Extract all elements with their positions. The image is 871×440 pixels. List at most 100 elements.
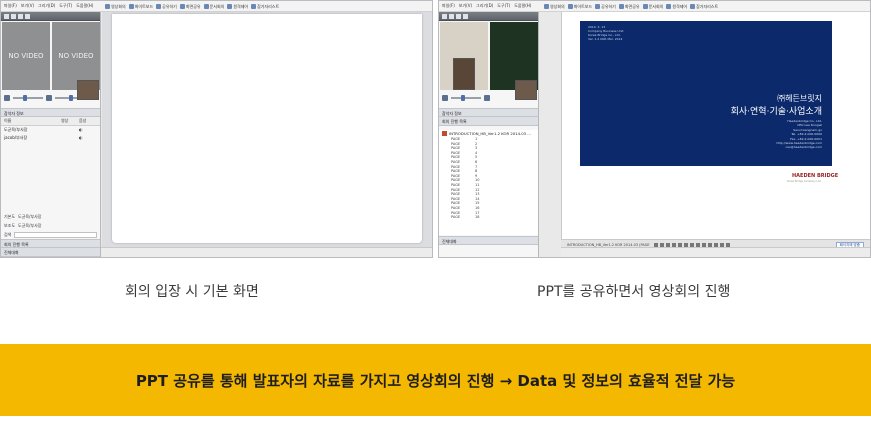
- section-header: 회의 진행 목록: [1, 239, 100, 248]
- status-bar: [561, 247, 870, 257]
- layout-icon[interactable]: [456, 13, 461, 19]
- whiteboard-icon: [128, 4, 134, 9]
- whiteboard-button[interactable]: 화이트보드: [567, 2, 592, 11]
- people-icon: [690, 4, 696, 9]
- video-conference-button[interactable]: 영상회의: [105, 2, 126, 11]
- prev-page-icon[interactable]: [719, 242, 724, 247]
- page-list-item[interactable]: PAGE 18: [439, 215, 538, 220]
- slider-handle[interactable]: [69, 95, 73, 101]
- menu-draw[interactable]: 그리기(D): [38, 3, 55, 9]
- menu-view[interactable]: 보기(V): [21, 3, 34, 9]
- volume-slider[interactable]: [13, 95, 43, 101]
- color-icon[interactable]: [713, 242, 718, 247]
- panel-header: [439, 12, 538, 21]
- remote-control-button[interactable]: 원격제어: [227, 2, 248, 11]
- annotation-tools: [653, 242, 730, 247]
- document-conference-button[interactable]: 문서회의: [642, 2, 663, 11]
- banner-text: PPT 공유를 통해 발표자의 자료를 가지고 영상회의 진행 → Data 및…: [135, 371, 736, 390]
- ppt-file-icon: [442, 131, 447, 136]
- table-row[interactable]: jacob/부사장 ◐: [1, 134, 100, 142]
- whiteboard-button[interactable]: 화이트보드: [128, 2, 153, 11]
- page-rows: PAGE 1 PAGE 2 PAGE 3 PAGE 4 PAGE 5 PAGE 6 PAGE 7 PAGE 8…: [439, 137, 538, 220]
- video-icon: [544, 4, 549, 9]
- slide-title: 회사·연혁·기술·사업소개: [730, 107, 822, 117]
- file-item[interactable]: INTRODUCTION_HB_Ver1.2 KOR 2014.03 ...: [439, 130, 538, 137]
- document-conference-button[interactable]: 문서회의: [203, 2, 224, 11]
- document-icon: [203, 4, 209, 9]
- undo-icon[interactable]: [701, 242, 706, 247]
- slider-handle[interactable]: [461, 95, 465, 101]
- section-header: 진체대화: [1, 248, 100, 257]
- participant-list-button[interactable]: 참가자리스트: [690, 2, 718, 11]
- menu-draw[interactable]: 그리기(D): [476, 3, 493, 9]
- panel-header: [1, 12, 100, 21]
- line-icon[interactable]: [665, 242, 670, 247]
- self-video-thumbnail: [77, 80, 99, 100]
- video-conference-button[interactable]: 영상회의: [544, 2, 565, 11]
- whiteboard-canvas[interactable]: [112, 14, 422, 243]
- menu-file[interactable]: 파일(F): [4, 3, 17, 9]
- layout-icon[interactable]: [4, 13, 9, 19]
- person-video: [453, 58, 475, 90]
- summary-banner: PPT 공유를 통해 발표자의 자료를 가지고 영상회의 진행 → Data 및…: [0, 344, 871, 416]
- speaker-icon[interactable]: [4, 95, 10, 101]
- left-side-panel: NO VIDEO NO VIDEO 참석자 정보 이름 영상 음성 도균육/부사…: [1, 12, 101, 257]
- slide-contact-info: Haedenbridge Co., Ltd. CEO Lee Dongwl Se…: [776, 119, 822, 150]
- share-button[interactable]: 공유하기: [156, 2, 177, 11]
- share-button[interactable]: 공유하기: [595, 2, 616, 11]
- menu-tools[interactable]: 도구(T): [59, 3, 72, 9]
- speaker-icon[interactable]: [442, 95, 448, 101]
- redo-icon[interactable]: [707, 242, 712, 247]
- presenter-field: 기본도 도균육/부사장: [4, 213, 42, 219]
- participant-panel: 참석자 정보 이름 영상 음성 도균육/부사장 ◐ jacob/부사장 ◐: [1, 108, 100, 142]
- right-panel-sections: 참석자 정보 회의 진행 목록: [439, 108, 538, 126]
- layout-icon[interactable]: [25, 13, 30, 19]
- menu-tools[interactable]: 도구(T): [497, 3, 510, 9]
- rectangle-icon[interactable]: [671, 242, 676, 247]
- volume-slider[interactable]: [451, 95, 481, 101]
- share-icon: [156, 4, 162, 9]
- pointer-icon[interactable]: [695, 242, 700, 247]
- video-tile-presenter: [440, 22, 488, 90]
- company-logo: HAEDEN BRIDGE: [792, 173, 839, 179]
- monitor-icon: [179, 4, 185, 9]
- remote-control-button[interactable]: 원격제어: [666, 2, 687, 11]
- section-header: 참석자 정보: [439, 108, 538, 117]
- highlighter-icon[interactable]: [659, 242, 664, 247]
- whiteboard-icon: [567, 4, 573, 9]
- slide-header-text: 2014. 3. 13 Company Business Unit Korea …: [588, 25, 624, 41]
- menu-view[interactable]: 보기(V): [459, 3, 472, 9]
- layout-icon[interactable]: [463, 13, 468, 19]
- screen-share-button[interactable]: 화면공유: [618, 2, 640, 11]
- search-input[interactable]: [14, 231, 97, 238]
- chat-area[interactable]: [439, 245, 538, 257]
- layout-icon[interactable]: [449, 13, 454, 19]
- next-page-icon[interactable]: [725, 242, 730, 247]
- document-page-list: INTRODUCTION_HB_Ver1.2 KOR 2014.03 ... P…: [439, 130, 538, 235]
- screen-share-button[interactable]: 화면공유: [179, 2, 201, 11]
- text-icon[interactable]: [683, 242, 688, 247]
- layout-icon[interactable]: [18, 13, 23, 19]
- pen-icon[interactable]: [653, 242, 658, 247]
- menu-help[interactable]: 도움말(H): [76, 3, 93, 9]
- section-header: 진체대화: [439, 236, 538, 245]
- main-toolbar: 영상회의 화이트보드 공유하기 화면공유 문서회의 원격제어 참가자리스트: [105, 2, 279, 11]
- audio-icon: ◐: [79, 135, 83, 140]
- layout-icon[interactable]: [442, 13, 447, 19]
- participant-list-button[interactable]: 참가자리스트: [251, 2, 279, 11]
- mic-volume-slider[interactable]: [55, 95, 77, 101]
- menu-file[interactable]: 파일(F): [442, 3, 455, 9]
- eraser-icon[interactable]: [689, 242, 694, 247]
- section-header: 참석자 정보: [1, 108, 100, 117]
- slider-handle[interactable]: [23, 95, 27, 101]
- remote-icon: [666, 4, 672, 9]
- microphone-icon[interactable]: [46, 95, 52, 101]
- people-icon: [251, 4, 257, 9]
- section-header: 회의 진행 목록: [439, 117, 538, 126]
- circle-icon[interactable]: [677, 242, 682, 247]
- share-icon: [595, 4, 601, 9]
- menu-help[interactable]: 도움말(H): [514, 3, 531, 9]
- layout-icon[interactable]: [11, 13, 16, 19]
- microphone-icon[interactable]: [484, 95, 490, 101]
- table-row[interactable]: 도균육/부사장 ◐: [1, 126, 100, 134]
